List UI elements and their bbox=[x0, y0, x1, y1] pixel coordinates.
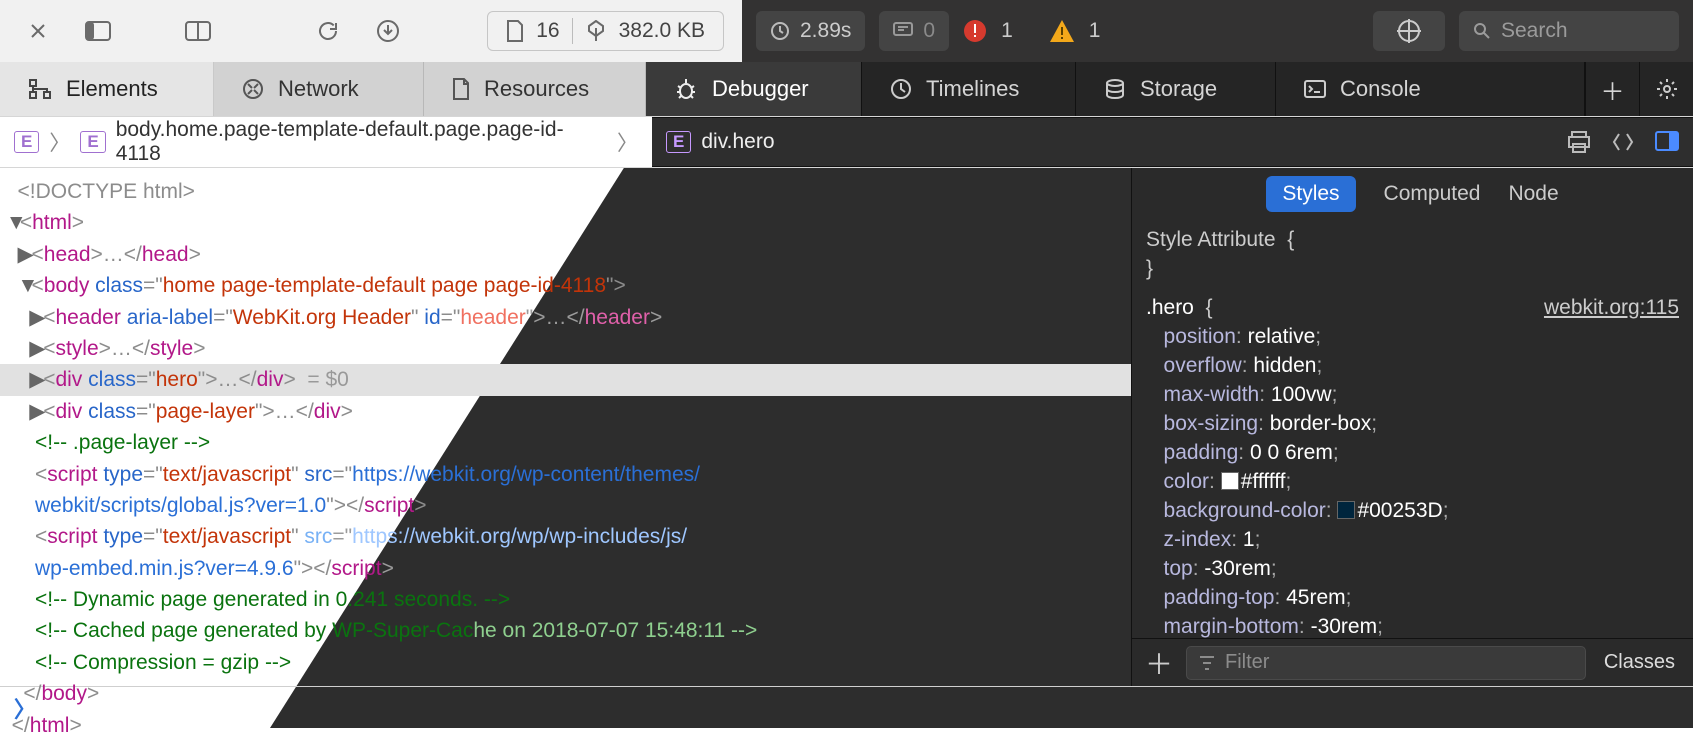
tab-console[interactable]: Console bbox=[1276, 62, 1585, 116]
error-count: 1 bbox=[1001, 19, 1013, 43]
element-badge-icon[interactable]: E bbox=[14, 131, 39, 153]
tab-timelines[interactable]: Timelines bbox=[862, 62, 1076, 116]
load-time: 2.89s bbox=[756, 11, 865, 51]
styles-pane-tabs: Styles Computed Node bbox=[1132, 168, 1693, 220]
tab-bar: Elements Network Resources Debugger Time… bbox=[0, 62, 1693, 116]
warning-count: 1 bbox=[1089, 19, 1101, 43]
file-size: 382.0 KB bbox=[619, 19, 705, 43]
tab-resources[interactable]: Resources bbox=[424, 62, 646, 116]
log-count-button[interactable]: 0 bbox=[879, 11, 949, 51]
add-rule-icon[interactable]: ＋ bbox=[1142, 643, 1176, 683]
dom-tree[interactable]: <!DOCTYPE html> ▼<html> ▶<head>…</head> … bbox=[0, 168, 1131, 686]
settings-icon[interactable] bbox=[1639, 62, 1693, 116]
close-icon[interactable] bbox=[18, 11, 58, 51]
classes-button[interactable]: Classes bbox=[1596, 651, 1683, 674]
search-input[interactable]: Search bbox=[1459, 11, 1679, 51]
tab-debugger[interactable]: Debugger bbox=[646, 62, 862, 116]
tab-network[interactable]: Network bbox=[214, 62, 424, 116]
panel-toggle-icon[interactable] bbox=[178, 11, 218, 51]
breadcrumb-item[interactable]: body.home.page-template-default.page.pag… bbox=[116, 118, 607, 166]
styles-body[interactable]: Style Attribute { } .hero { webkit.org:1… bbox=[1132, 220, 1693, 638]
toggle-sidebar-icon[interactable] bbox=[1655, 131, 1679, 153]
inspect-button[interactable] bbox=[1373, 11, 1445, 51]
breadcrumb-item[interactable]: div.hero bbox=[701, 130, 774, 154]
source-link[interactable]: webkit.org:115 bbox=[1544, 294, 1679, 323]
tab-elements[interactable]: Elements bbox=[0, 62, 214, 116]
dock-left-icon[interactable] bbox=[78, 11, 118, 51]
warning-icon bbox=[1049, 19, 1075, 43]
toolbar: 16 382.0 KB 2.89s 0 1 1 Search bbox=[0, 0, 1693, 62]
styles-tab-computed[interactable]: Computed bbox=[1384, 182, 1481, 206]
reload-icon[interactable] bbox=[308, 11, 348, 51]
styles-pane: Styles Computed Node Style Attribute { }… bbox=[1131, 168, 1693, 686]
error-icon bbox=[963, 19, 987, 43]
tab-storage[interactable]: Storage bbox=[1076, 62, 1276, 116]
styles-tab-rules[interactable]: Styles bbox=[1266, 176, 1355, 212]
source-brackets-icon[interactable] bbox=[1611, 131, 1635, 153]
element-badge-icon[interactable]: E bbox=[80, 131, 105, 153]
styles-filter-input[interactable]: Filter bbox=[1186, 646, 1586, 680]
styles-tab-node[interactable]: Node bbox=[1508, 182, 1558, 206]
download-icon[interactable] bbox=[368, 11, 408, 51]
selected-dom-node: ▶<div class="hero">…</div> = $0 bbox=[0, 364, 1131, 395]
file-count: 16 bbox=[536, 19, 559, 43]
new-tab-button[interactable]: ＋ bbox=[1585, 62, 1639, 116]
breadcrumb: E 〉 E body.home.page-template-default.pa… bbox=[0, 116, 1693, 168]
element-badge-icon[interactable]: E bbox=[666, 131, 691, 153]
resource-stats: 16 382.0 KB bbox=[487, 11, 724, 51]
print-icon[interactable] bbox=[1567, 131, 1591, 153]
